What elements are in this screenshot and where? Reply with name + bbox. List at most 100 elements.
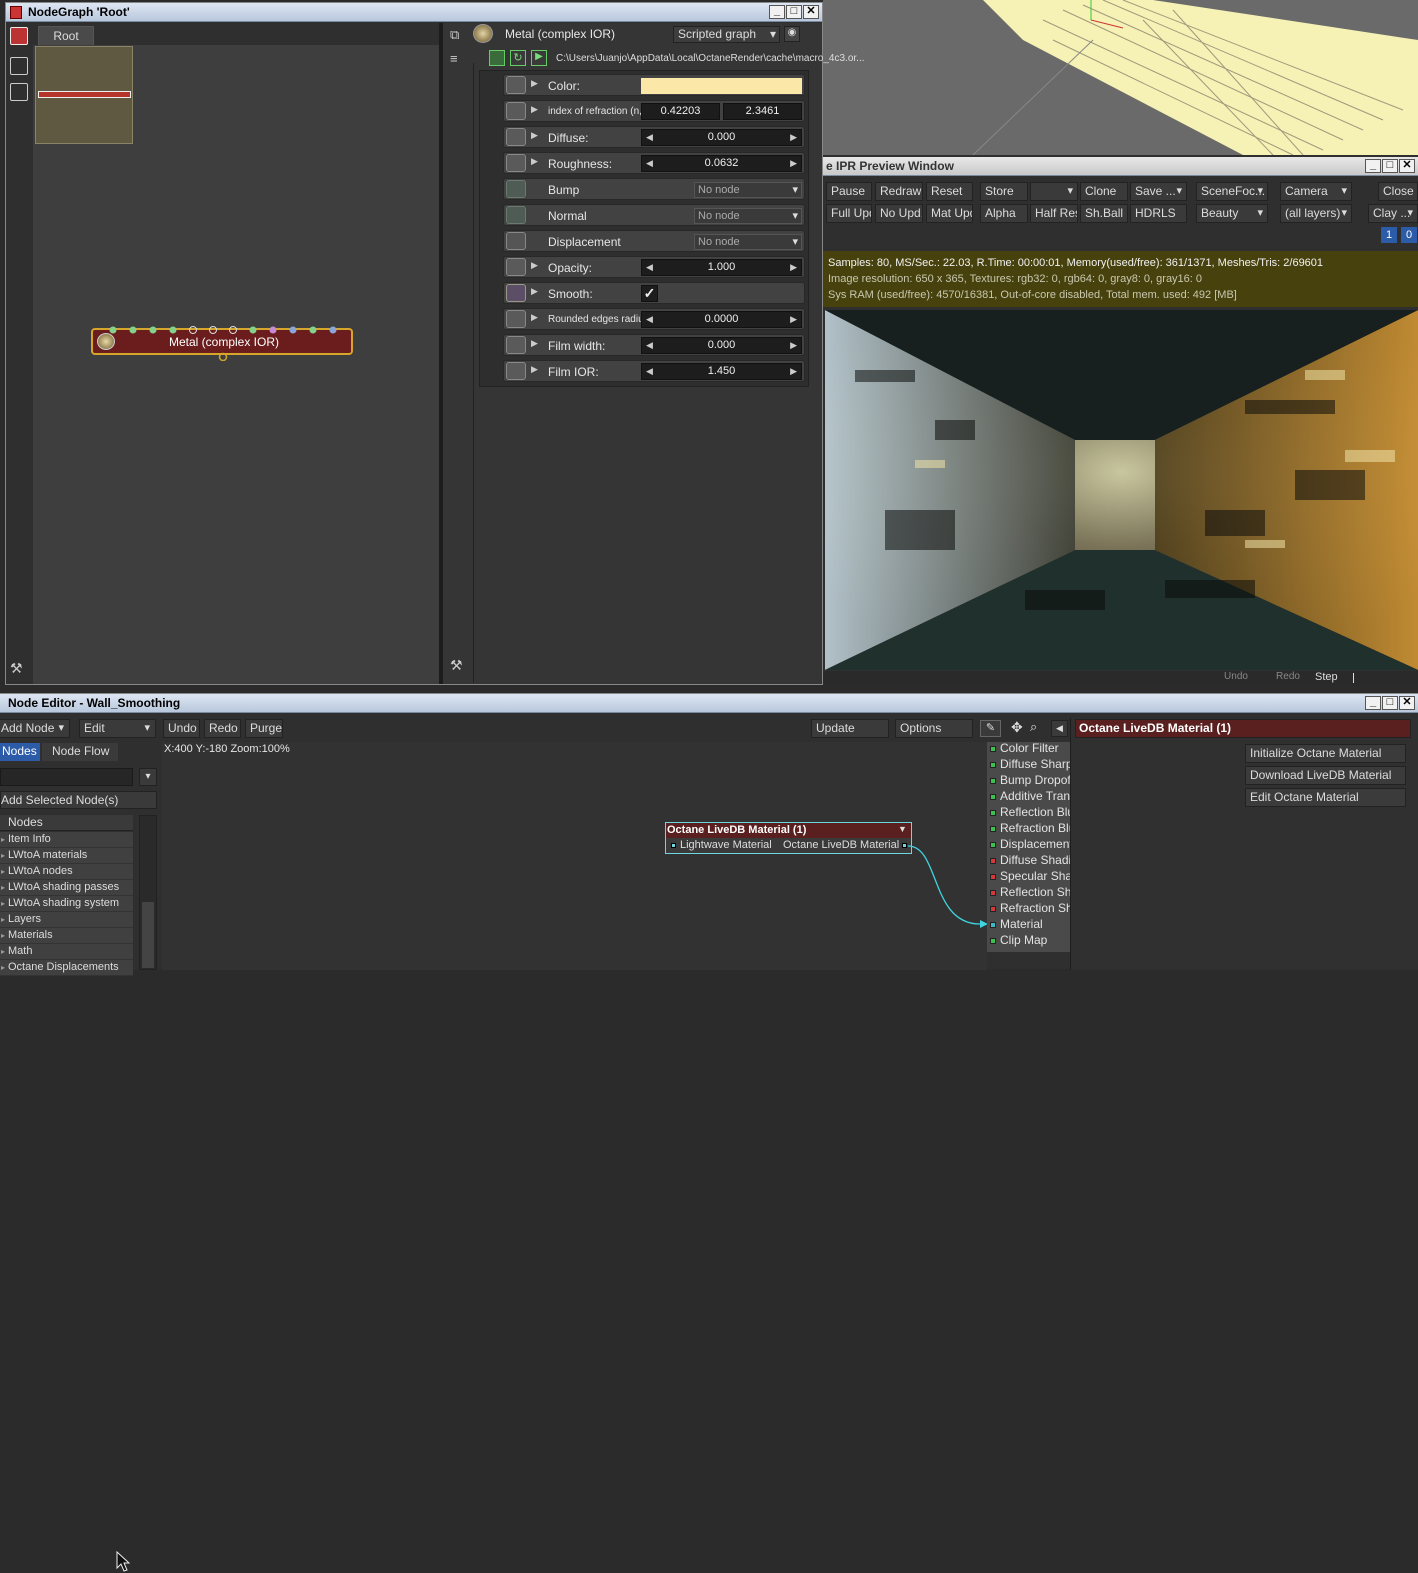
pass-select[interactable]: Beauty (1196, 204, 1268, 223)
camera-select[interactable]: Camera (1280, 182, 1352, 201)
tree-item-lwtoa-shading-passes[interactable]: LWtoA shading passes (0, 880, 133, 896)
graph-minimap[interactable] (35, 46, 133, 144)
full-update-button[interactable]: Full Upd. (826, 204, 872, 223)
param-film-ior[interactable]: ▶ Film IOR: ◀ 1.450 ▶ (503, 360, 805, 382)
wrench-icon[interactable]: ⚒ (450, 657, 463, 674)
param-roughness[interactable]: ▶ Roughness: ◀ 0.0632 ▶ (503, 152, 805, 174)
ipr-titlebar[interactable]: e IPR Preview Window _ □ ✕ (823, 157, 1418, 176)
film-ior-slider[interactable]: ◀ 1.450 ▶ (641, 363, 802, 380)
ipr-redo-button[interactable]: Redo (1263, 671, 1313, 685)
update-button[interactable]: Update (811, 719, 889, 738)
wrench-icon[interactable]: ⚒ (10, 660, 23, 677)
expand-icon[interactable]: ▶ (531, 130, 538, 141)
expand-icon[interactable]: ▶ (531, 156, 538, 167)
maximize-button[interactable]: □ (1382, 696, 1398, 710)
collapse-icon[interactable]: ▼ (898, 824, 907, 834)
list-icon[interactable]: ≡ (450, 51, 458, 66)
maximize-button[interactable]: □ (1382, 159, 1398, 173)
close-button[interactable]: Close (1378, 182, 1418, 201)
badge-1[interactable]: 1 (1381, 227, 1397, 243)
graph-type-select[interactable]: Scripted graph ▾ (673, 26, 780, 43)
node-editor-titlebar[interactable]: Node Editor - Wall_Smoothing _ □ ✕ (0, 694, 1418, 713)
port-refraction-shading[interactable]: Refraction Shading (988, 901, 1070, 917)
ipr-undo-button[interactable]: Undo (1211, 671, 1261, 685)
edit-octane-material-button[interactable]: Edit Octane Material (1245, 788, 1406, 807)
node-search-input[interactable] (0, 768, 133, 786)
save-select[interactable]: Save ... (1130, 182, 1187, 201)
undo-button[interactable]: Undo (163, 719, 200, 738)
purge-button[interactable]: Purge (245, 719, 283, 738)
delete-tool-icon[interactable] (10, 27, 28, 45)
rounded-edges-slider[interactable]: ◀ 0.0000 ▶ (641, 311, 802, 328)
pen-icon[interactable]: ✎ (980, 720, 1001, 737)
param-film-width[interactable]: ▶ Film width: ◀ 0.000 ▶ (503, 334, 805, 356)
maximize-button[interactable]: □ (786, 5, 802, 19)
normal-node-select[interactable]: No node (694, 208, 802, 224)
port-refraction-blur[interactable]: Refraction Blur (988, 821, 1070, 837)
add-selected-nodes-button[interactable]: Add Selected Node(s) (0, 791, 157, 809)
tree-item-lwtoa-nodes[interactable]: LWtoA nodes (0, 864, 133, 880)
filter-dropdown-icon[interactable]: ▾ (139, 768, 157, 786)
initialize-octane-material-button[interactable]: Initialize Octane Material (1245, 744, 1406, 763)
port-displacement[interactable]: Displacement (988, 837, 1070, 853)
expand-icon[interactable]: ▶ (531, 364, 538, 375)
tree-scrollbar[interactable] (139, 815, 157, 970)
port-material[interactable]: Material (988, 917, 1070, 933)
port-reflection-shading[interactable]: Reflection Shading (988, 885, 1070, 901)
tab-node-flow[interactable]: Node Flow (42, 743, 118, 761)
store-button[interactable]: Store (980, 182, 1028, 201)
tree-item-lwtoa-materials[interactable]: LWtoA materials (0, 848, 133, 864)
diffuse-slider[interactable]: ◀ 0.000 ▶ (641, 129, 802, 146)
tree-item-math[interactable]: Math (0, 944, 133, 960)
tree-item-octane-displacements[interactable]: Octane Displacements (0, 960, 133, 976)
param-rounded-edges[interactable]: ▶ Rounded edges radius: ◀ 0.0000 ▶ (503, 308, 805, 330)
arrange-tool-icon[interactable] (10, 57, 28, 75)
clay-select[interactable]: Clay ... (1368, 204, 1418, 223)
close-button[interactable]: ✕ (803, 5, 819, 19)
param-opacity[interactable]: ▶ Opacity: ◀ 1.000 ▶ (503, 256, 805, 278)
pause-button[interactable]: Pause (826, 182, 872, 201)
param-displacement[interactable]: Displacement No node (503, 230, 805, 252)
store-slot-select[interactable] (1030, 182, 1078, 201)
eye-icon[interactable]: ◉ (784, 26, 800, 42)
options-button[interactable]: Options (895, 719, 973, 738)
param-color[interactable]: ▶ Color: (503, 74, 805, 96)
roughness-slider[interactable]: ◀ 0.0632 ▶ (641, 155, 802, 172)
redo-button[interactable]: Redo (204, 719, 241, 738)
minimize-button[interactable]: _ (1365, 696, 1381, 710)
port-clip-map[interactable]: Clip Map (988, 933, 1070, 949)
param-diffuse[interactable]: ▶ Diffuse: ◀ 0.000 ▶ (503, 126, 805, 148)
tree-item-materials[interactable]: Materials (0, 928, 133, 944)
color-swatch[interactable] (641, 78, 802, 94)
viewport-3d[interactable] (823, 0, 1418, 155)
shader-ball-button[interactable]: Sh.Ball (1080, 204, 1128, 223)
export-icon[interactable] (489, 50, 505, 66)
hdrls-button[interactable]: HDRLS (1130, 204, 1187, 223)
layers-select[interactable]: (all layers) (1280, 204, 1352, 223)
expand-icon[interactable]: ▶ (531, 260, 538, 271)
tree-item-layers[interactable]: Layers (0, 912, 133, 928)
move-icon[interactable]: ✥ (1011, 719, 1023, 736)
smooth-checkbox[interactable]: ✓ (641, 285, 658, 302)
expand-icon[interactable]: ▶ (531, 286, 538, 297)
close-button[interactable]: ✕ (1399, 696, 1415, 710)
node-canvas[interactable]: X:400 Y:-180 Zoom:100% (162, 742, 987, 970)
displacement-node-select[interactable]: No node (694, 234, 802, 250)
badge-0[interactable]: 0 (1401, 227, 1417, 243)
port-color-filter[interactable]: Color Filter (988, 741, 1070, 757)
zoom-icon[interactable]: ⌕ (1030, 719, 1037, 735)
layers-icon[interactable]: ⧉ (450, 27, 459, 43)
close-window-button[interactable]: ✕ (1399, 159, 1415, 173)
expand-icon[interactable]: ▶ (531, 338, 538, 349)
port-additive-transparency[interactable]: Additive Transparency (988, 789, 1070, 805)
expand-icon[interactable]: ▶ (531, 78, 538, 89)
opacity-slider[interactable]: ◀ 1.000 ▶ (641, 259, 802, 276)
expand-icon[interactable]: ▶ (531, 104, 538, 115)
input-port-icon[interactable] (671, 843, 676, 848)
param-normal[interactable]: Normal No node (503, 204, 805, 226)
edit-select[interactable]: Edit (79, 719, 156, 738)
film-width-slider[interactable]: ◀ 0.000 ▶ (641, 337, 802, 354)
add-node-select[interactable]: Add Node (0, 719, 70, 738)
port-diffuse-sharpness[interactable]: Diffuse Sharpness (988, 757, 1070, 773)
livedb-node[interactable]: Octane LiveDB Material (1) ▼ Lightwave M… (665, 822, 912, 854)
